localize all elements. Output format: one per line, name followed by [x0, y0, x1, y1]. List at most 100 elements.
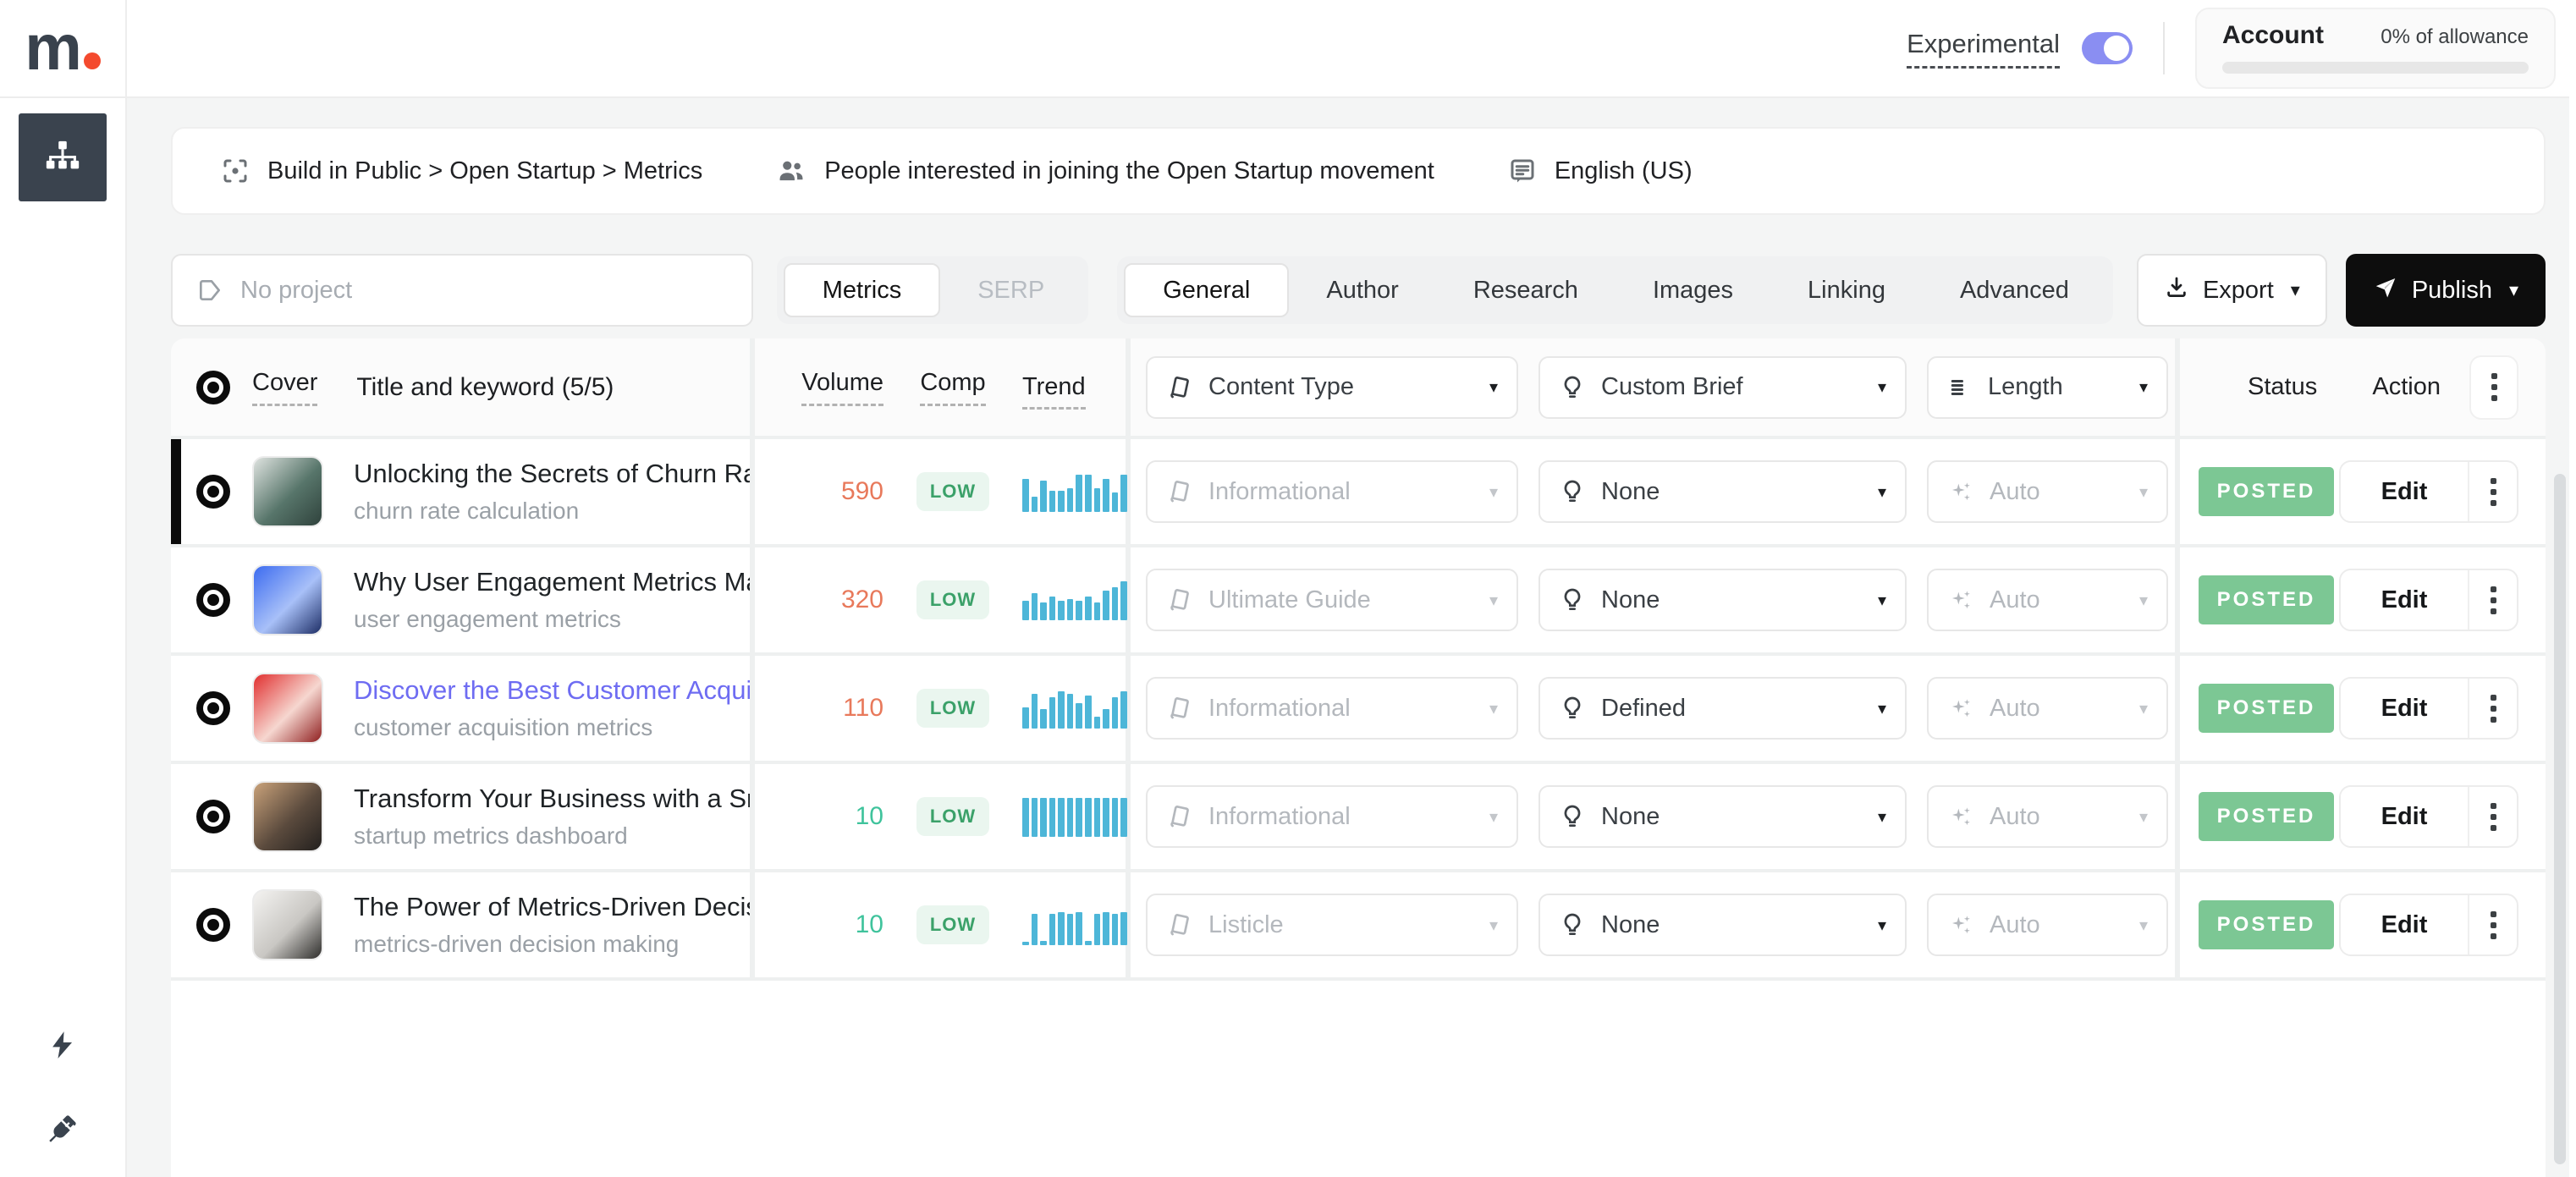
row-menu-button[interactable]	[2469, 787, 2517, 846]
export-button[interactable]: Export ▾	[2137, 254, 2327, 327]
chevron-down-icon: ▾	[1878, 915, 1886, 936]
table-row: Unlocking the Secrets of Churn Rate chur…	[171, 439, 2546, 544]
select-all-radio[interactable]	[196, 371, 230, 404]
row-select-radio[interactable]	[196, 800, 230, 833]
focus-target-icon	[220, 156, 250, 186]
custom-brief-select[interactable]: None ▾	[1538, 785, 1907, 848]
breadcrumb-text: Build in Public > Open Startup > Metrics	[267, 157, 702, 185]
custom-brief-select[interactable]: Defined ▾	[1538, 677, 1907, 740]
table-menu-button[interactable]	[2469, 355, 2518, 420]
competition-badge: LOW	[916, 580, 989, 619]
topbar-divider	[2163, 22, 2165, 74]
row-select-radio[interactable]	[196, 908, 230, 942]
cover-thumbnail[interactable]	[252, 781, 323, 852]
content-type-select[interactable]: Informational ▾	[1146, 677, 1518, 740]
column-header-trend[interactable]: Trend	[1022, 373, 1086, 410]
length-select[interactable]: Auto ▾	[1927, 569, 2168, 631]
lightbulb-icon	[1559, 911, 1586, 938]
edit-button[interactable]: Edit	[2341, 570, 2468, 630]
content-type-select[interactable]: Informational ▾	[1146, 460, 1518, 523]
row-menu-button[interactable]	[2469, 570, 2517, 630]
content-type-select[interactable]: Listicle ▾	[1146, 894, 1518, 956]
volume-value: 10	[765, 910, 883, 939]
row-menu-button[interactable]	[2469, 462, 2517, 521]
chevron-down-icon: ▾	[1489, 806, 1498, 828]
content-type-select[interactable]: Ultimate Guide ▾	[1146, 569, 1518, 631]
row-menu-button[interactable]	[2469, 679, 2517, 738]
tab-research[interactable]: Research	[1436, 263, 1616, 317]
logo-dot	[84, 52, 101, 69]
row-select-radio[interactable]	[196, 691, 230, 725]
experimental-toggle[interactable]	[2082, 32, 2133, 64]
edit-button[interactable]: Edit	[2341, 895, 2468, 954]
custom-brief-bulk-select[interactable]: Custom Brief ▾	[1538, 356, 1907, 419]
tab-advanced[interactable]: Advanced	[1923, 263, 2106, 317]
cover-thumbnail[interactable]	[252, 889, 323, 960]
tab-general[interactable]: General	[1124, 263, 1289, 317]
row-select-radio[interactable]	[196, 475, 230, 509]
tab-images[interactable]: Images	[1616, 263, 1770, 317]
sidebar	[0, 98, 127, 1177]
row-title[interactable]: Unlocking the Secrets of Churn Rate	[354, 459, 750, 489]
trend-sparkline	[1022, 580, 1127, 620]
edit-button[interactable]: Edit	[2341, 462, 2468, 521]
length-select[interactable]: Auto ▾	[1927, 460, 2168, 523]
edit-button[interactable]: Edit	[2341, 679, 2468, 738]
column-header-comp[interactable]: Comp	[920, 369, 985, 406]
row-keyword: metrics-driven decision making	[354, 931, 750, 958]
row-title[interactable]: The Power of Metrics-Driven Decision	[354, 892, 750, 922]
length-select[interactable]: Auto ▾	[1927, 894, 2168, 956]
project-filter[interactable]: No project	[171, 254, 753, 327]
row-menu-button[interactable]	[2469, 895, 2517, 954]
plug-icon[interactable]	[45, 1111, 80, 1147]
column-header-volume[interactable]: Volume	[801, 369, 883, 406]
language-text: English (US)	[1555, 157, 1693, 185]
selected-row-indicator	[171, 439, 181, 544]
language-doc-icon	[1507, 156, 1538, 186]
custom-brief-select[interactable]: None ▾	[1538, 894, 1907, 956]
length-select[interactable]: Auto ▾	[1927, 677, 2168, 740]
language-context[interactable]: English (US)	[1507, 156, 1693, 186]
row-select-radio[interactable]	[196, 583, 230, 617]
app-logo[interactable]: m	[25, 16, 101, 80]
lightning-icon[interactable]	[47, 1026, 79, 1064]
logo-zone: m	[0, 0, 127, 96]
cover-thumbnail[interactable]	[252, 456, 323, 527]
tab-author[interactable]: Author	[1289, 263, 1435, 317]
account-card[interactable]: Account 0% of allowance	[2195, 8, 2556, 89]
edit-button[interactable]: Edit	[2341, 787, 2468, 846]
kebab-icon	[2491, 911, 2496, 939]
row-action-group: Edit	[2339, 460, 2518, 523]
row-title[interactable]: Transform Your Business with a Smart	[354, 784, 750, 814]
content-type-select[interactable]: Informational ▾	[1146, 785, 1518, 848]
tab-linking[interactable]: Linking	[1770, 263, 1923, 317]
custom-brief-select[interactable]: None ▾	[1538, 569, 1907, 631]
kebab-icon	[2491, 478, 2496, 506]
vertical-scrollbar[interactable]	[2554, 474, 2566, 1164]
sidebar-item-pipeline[interactable]	[19, 113, 107, 201]
row-title[interactable]: Discover the Best Customer Acquisition	[354, 675, 750, 706]
kebab-icon	[2491, 695, 2496, 723]
tab-metrics[interactable]: Metrics	[784, 263, 940, 317]
chevron-down-icon: ▾	[1878, 481, 1886, 503]
view-switcher: Metrics SERP	[777, 256, 1088, 324]
tab-serp[interactable]: SERP	[940, 263, 1082, 317]
top-bar: m Experimental Account 0% of allowance	[0, 0, 2576, 98]
download-icon	[2164, 274, 2189, 306]
sparkles-icon	[1947, 803, 1974, 830]
custom-brief-select[interactable]: None ▾	[1538, 460, 1907, 523]
breadcrumb[interactable]: Build in Public > Open Startup > Metrics	[220, 156, 702, 186]
cover-thumbnail[interactable]	[252, 564, 323, 635]
length-bulk-select[interactable]: Length ▾	[1927, 356, 2168, 419]
audience-context[interactable]: People interested in joining the Open St…	[775, 155, 1434, 187]
chevron-down-icon: ▾	[2139, 377, 2148, 398]
publish-button[interactable]: Publish ▾	[2346, 254, 2546, 327]
cover-thumbnail[interactable]	[252, 673, 323, 744]
row-action-group: Edit	[2339, 677, 2518, 740]
main-content: Build in Public > Open Startup > Metrics…	[127, 98, 2576, 1177]
length-select[interactable]: Auto ▾	[1927, 785, 2168, 848]
row-keyword: user engagement metrics	[354, 606, 750, 633]
column-header-cover[interactable]: Cover	[252, 369, 317, 406]
content-type-bulk-select[interactable]: Content Type ▾	[1146, 356, 1518, 419]
row-title[interactable]: Why User Engagement Metrics Matter	[354, 567, 750, 597]
